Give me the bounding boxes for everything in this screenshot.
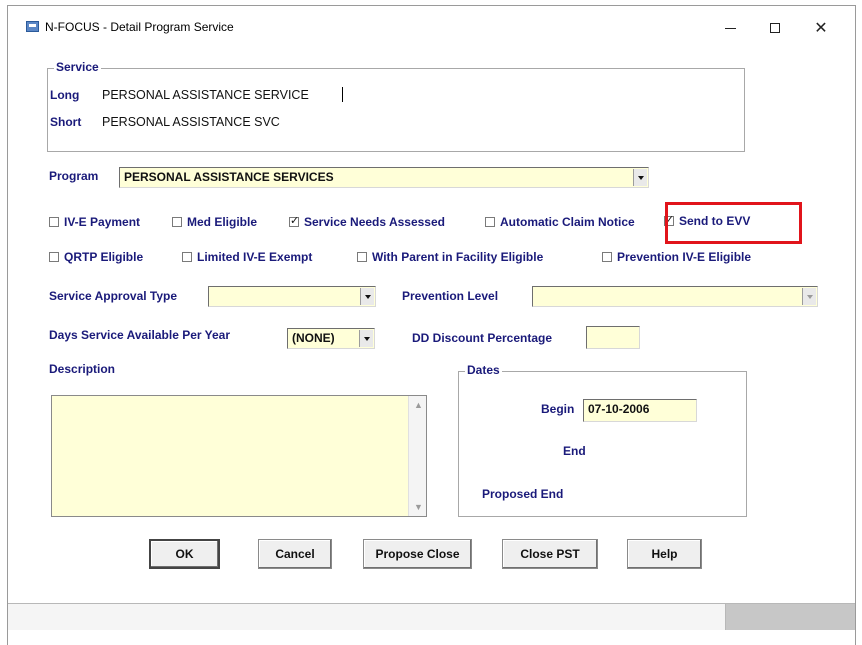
dialog-window: N-FOCUS - Detail Program Service ✕ Servi… [7, 5, 856, 645]
minimize-button[interactable] [710, 14, 750, 42]
highlight-box [665, 202, 802, 244]
checkbox-limited-ive-exempt[interactable]: Limited IV-E Exempt [182, 250, 312, 264]
close-icon: ✕ [814, 20, 828, 37]
checkbox-with-parent-in-facility[interactable]: With Parent in Facility Eligible [357, 250, 543, 264]
scroll-up-icon[interactable]: ▲ [414, 400, 423, 410]
program-value: PERSONAL ASSISTANCE SERVICES [124, 170, 334, 184]
checkbox-label: Service Needs Assessed [304, 215, 445, 229]
program-select[interactable]: PERSONAL ASSISTANCE SERVICES [119, 167, 649, 188]
checkbox-qrtp-eligible[interactable]: QRTP Eligible [49, 250, 143, 264]
checkbox-box[interactable] [602, 252, 612, 262]
title-bar: N-FOCUS - Detail Program Service ✕ [8, 6, 855, 46]
days-available-label: Days Service Available Per Year [49, 328, 231, 342]
checkbox-box[interactable] [485, 217, 495, 227]
approval-type-label: Service Approval Type [49, 289, 178, 303]
cancel-button[interactable]: Cancel [258, 539, 332, 569]
short-label: Short [50, 115, 82, 129]
proposed-end-label: Proposed End [482, 487, 564, 501]
minimize-icon [724, 27, 736, 29]
checkbox-label: IV-E Payment [64, 215, 141, 229]
checkbox-box[interactable] [182, 252, 192, 262]
checkbox-box[interactable] [357, 252, 367, 262]
checkbox-label: Limited IV-E Exempt [197, 250, 313, 264]
app-icon [26, 21, 39, 32]
long-value[interactable]: PERSONAL ASSISTANCE SERVICE [102, 88, 309, 102]
checkbox-box[interactable] [49, 252, 59, 262]
status-bar-right [726, 604, 855, 630]
checkbox-label: QRTP Eligible [64, 250, 144, 264]
service-legend: Service [54, 60, 101, 74]
help-button[interactable]: Help [627, 539, 702, 569]
text-cursor [342, 87, 343, 102]
days-dropdown-button[interactable] [359, 330, 373, 347]
dd-discount-input[interactable] [586, 326, 640, 349]
approval-dropdown-button[interactable] [360, 288, 374, 305]
scroll-down-icon[interactable]: ▼ [414, 502, 423, 512]
long-label: Long [50, 88, 80, 102]
prevention-level-label: Prevention Level [402, 289, 499, 303]
propose-close-button[interactable]: Propose Close [363, 539, 472, 569]
close-pst-button[interactable]: Close PST [502, 539, 598, 569]
description-scrollbar[interactable]: ▲ ▼ [408, 396, 426, 516]
checkbox-label: With Parent in Facility Eligible [372, 250, 544, 264]
description-label: Description [49, 362, 116, 376]
maximize-icon [770, 23, 780, 33]
chevron-down-icon [364, 294, 371, 299]
checkbox-ive-payment[interactable]: IV-E Payment [49, 215, 140, 229]
chevron-down-icon [637, 175, 644, 180]
close-button[interactable]: ✕ [801, 14, 841, 42]
approval-type-select[interactable] [208, 286, 376, 307]
service-group: Service Long PERSONAL ASSISTANCE SERVICE… [47, 60, 745, 152]
begin-date-value: 07-10-2006 [588, 402, 650, 416]
dd-discount-label: DD Discount Percentage [412, 331, 553, 345]
checkbox-service-needs-assessed[interactable]: Service Needs Assessed [289, 214, 445, 229]
checkbox-box[interactable] [49, 217, 59, 227]
checkbox-label: Med Eligible [187, 215, 258, 229]
maximize-button[interactable] [755, 14, 795, 42]
program-label: Program [49, 169, 99, 183]
dates-group: Dates Begin 07-10-2006 End Proposed End [458, 363, 747, 517]
prevention-dropdown-button[interactable] [802, 288, 816, 305]
checkbox-label: Automatic Claim Notice [500, 215, 635, 229]
program-dropdown-button[interactable] [633, 169, 647, 186]
chevron-down-icon [806, 294, 813, 299]
status-bar-main [8, 604, 726, 630]
checkbox-automatic-claim-notice[interactable]: Automatic Claim Notice [485, 215, 635, 229]
end-label: End [563, 444, 586, 458]
window-title: N-FOCUS - Detail Program Service [45, 20, 234, 34]
days-available-value: (NONE) [292, 331, 335, 345]
checkbox-label: Prevention IV-E Eligible [617, 250, 752, 264]
begin-label: Begin [541, 402, 575, 416]
ok-button[interactable]: OK [149, 539, 220, 569]
checkbox-box[interactable] [289, 214, 299, 227]
description-textarea[interactable]: ▲ ▼ [51, 395, 427, 517]
short-value[interactable]: PERSONAL ASSISTANCE SVC [102, 115, 280, 129]
checkbox-prevention-ive-eligible[interactable]: Prevention IV-E Eligible [602, 250, 751, 264]
days-available-select[interactable]: (NONE) [287, 328, 375, 349]
chevron-down-icon [363, 336, 370, 341]
checkbox-box[interactable] [172, 217, 182, 227]
begin-date-input[interactable]: 07-10-2006 [583, 399, 697, 422]
checkbox-med-eligible[interactable]: Med Eligible [172, 215, 257, 229]
dates-legend: Dates [465, 363, 502, 377]
prevention-level-select[interactable] [532, 286, 818, 307]
status-bar [8, 603, 855, 631]
